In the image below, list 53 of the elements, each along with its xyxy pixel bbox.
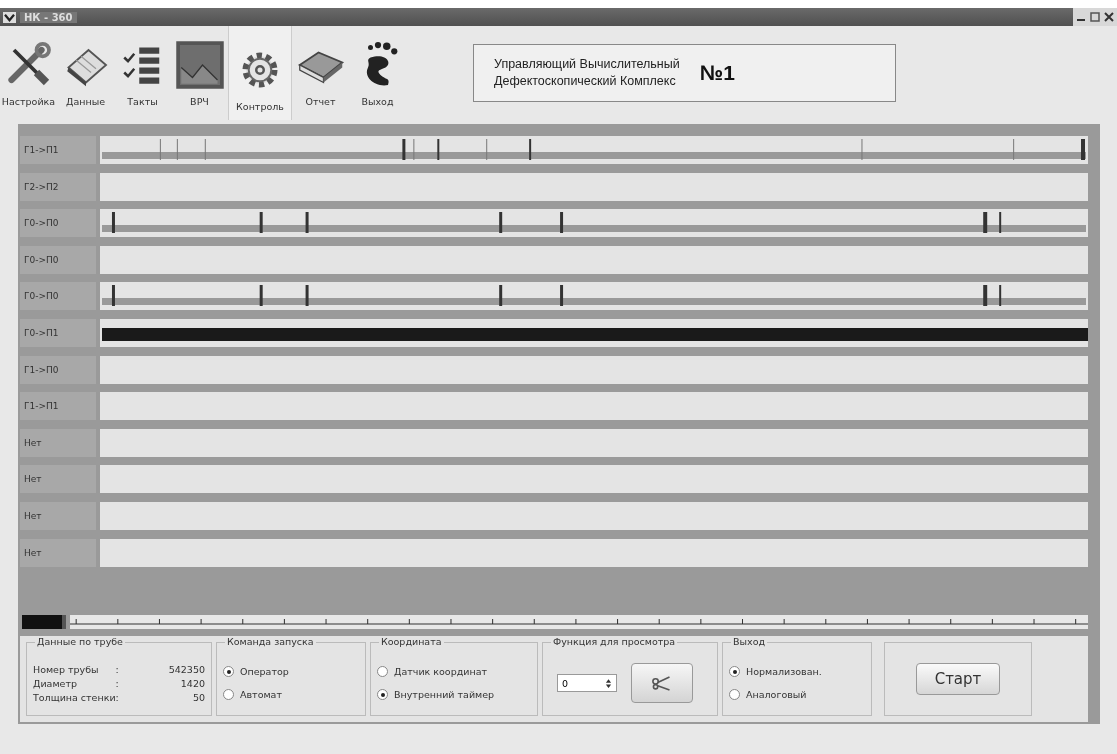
channel-label: Нет <box>20 538 96 567</box>
channel-label: Нет <box>20 501 96 530</box>
view-button[interactable] <box>631 663 693 703</box>
scissors-icon <box>651 675 673 691</box>
radio-button[interactable] <box>223 689 234 700</box>
channel-label: Г2->П2 <box>20 172 96 201</box>
separator-text: : <box>115 663 120 675</box>
radio-label: Автомат <box>240 689 282 700</box>
caret-icon[interactable] <box>3 11 16 23</box>
radio-label: Нормализован. <box>746 666 822 677</box>
radio-button[interactable] <box>223 666 234 677</box>
window-title: НК - 360 <box>20 11 77 23</box>
start-button[interactable]: Старт <box>915 663 1001 695</box>
separator-text: : <box>115 691 120 703</box>
channel-label: Г1->П0 <box>20 355 96 384</box>
radio-label: Внутренний таймер <box>394 689 495 700</box>
radio-button[interactable] <box>729 666 740 677</box>
radio-button[interactable] <box>377 689 388 700</box>
field-label: Диаметр <box>33 677 78 689</box>
maximize-icon[interactable] <box>1089 11 1101 23</box>
radio-label: Оператор <box>240 666 289 677</box>
spin-field[interactable]: 0 <box>557 674 617 692</box>
field-value: 50 <box>191 691 205 703</box>
channel-label: Нет <box>20 428 96 457</box>
group-title: Данные по трубе <box>35 636 125 647</box>
channel-label: Г0->П1 <box>20 318 96 347</box>
spin-arrows-icon[interactable] <box>605 677 612 689</box>
group-title: Функция для просмотра <box>551 636 678 647</box>
field-label: Толщина стенки <box>33 691 116 703</box>
channel-label: Г1->П1 <box>20 392 96 421</box>
field-value: 1420 <box>179 677 205 689</box>
close-icon[interactable] <box>1103 11 1115 23</box>
channel-label: Нет <box>20 465 96 494</box>
field-label: Номер трубы <box>33 663 100 675</box>
radio-button[interactable] <box>729 689 740 700</box>
field-value: 542350 <box>167 663 205 675</box>
channel-label: Г0->П0 <box>20 282 96 311</box>
chart-icon <box>174 39 225 90</box>
group-title: Команда запуска <box>225 636 316 647</box>
radio-label: Аналоговый <box>746 689 807 700</box>
channel-label: Г0->П0 <box>20 209 96 238</box>
ruler-marker <box>22 615 66 629</box>
channel-label: Г0->П0 <box>20 245 96 274</box>
toolbar-button[interactable]: Контроль <box>228 26 292 120</box>
group-title: Выход <box>731 636 768 647</box>
title-text: Дефектоскопический Комплекс <box>494 73 677 90</box>
separator-text: : <box>115 677 120 689</box>
title-text: Управляющий Вычислительный <box>494 56 680 73</box>
group-title: Координата <box>379 636 444 647</box>
complex-number: №1 <box>699 61 735 85</box>
radio-button[interactable] <box>377 666 388 677</box>
channel-label: Г1->П1 <box>20 136 96 164</box>
radio-label: Датчик координат <box>394 666 488 677</box>
